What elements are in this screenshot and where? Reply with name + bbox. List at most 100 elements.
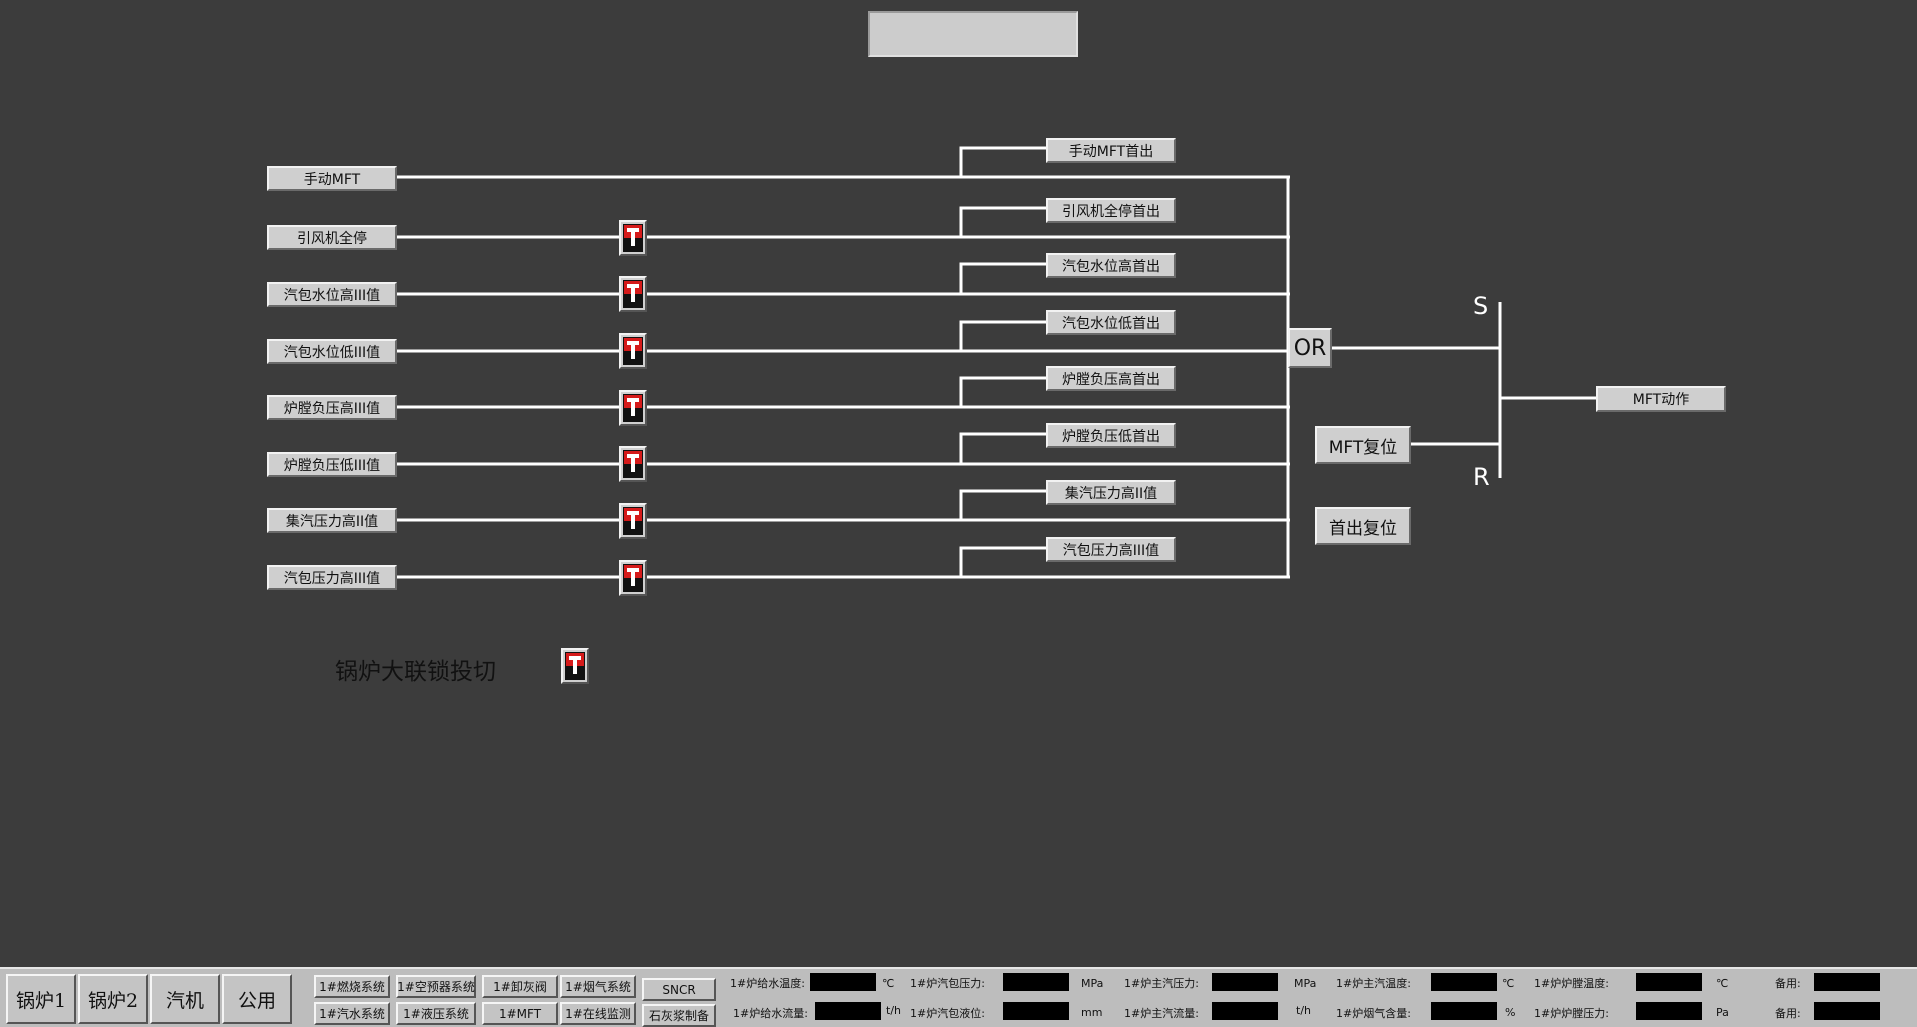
nav-label: 公用 — [237, 989, 276, 1012]
mft-reset-label: MFT复位 — [1328, 437, 1398, 458]
status-value — [1431, 973, 1497, 991]
drum-high-label: 汽包水位高III值 — [283, 287, 381, 304]
mft-reset-button[interactable]: MFT复位 — [1315, 426, 1411, 464]
status-unit: t/h — [1296, 1004, 1311, 1017]
first-out-1: 手动MFT首出 — [1046, 138, 1176, 163]
first-out-label: 炉膛负压高首出 — [1062, 371, 1160, 388]
interlock-toggle[interactable] — [561, 648, 589, 684]
status-label: 1#炉炉膛温度: — [1534, 977, 1609, 990]
or-gate-label: OR — [1293, 335, 1327, 361]
first-out-7: 集汽压力高II值 — [1046, 480, 1176, 505]
nav-turbine-button[interactable]: 汽机 — [150, 974, 220, 1024]
header-high-toggle[interactable] — [619, 503, 647, 539]
sys-label: 1#烟气系统 — [565, 980, 631, 994]
sys-lime-slurry-button[interactable]: 石灰浆制备 — [642, 1004, 716, 1027]
sys-label: 1#在线监测 — [565, 1007, 631, 1021]
furnace-high-button[interactable]: 炉膛负压高III值 — [267, 395, 397, 420]
fan-stop-toggle[interactable] — [619, 220, 647, 256]
status-unit: ℃ — [1716, 977, 1729, 990]
first-out-5: 炉膛负压高首出 — [1046, 366, 1176, 391]
sys-sncr-button[interactable]: SNCR — [642, 978, 716, 1001]
status-label: 1#炉主汽流量: — [1124, 1007, 1199, 1020]
first-out-label: 汽包压力高III值 — [1062, 542, 1160, 559]
status-label: 1#炉主汽温度: — [1336, 977, 1411, 990]
sys-label: 1#卸灰阀 — [493, 980, 547, 994]
drum-high-button[interactable]: 汽包水位高III值 — [267, 282, 397, 307]
first-out-4: 汽包水位低首出 — [1046, 310, 1176, 335]
status-unit: mm — [1081, 1006, 1103, 1019]
nav-boiler2-button[interactable]: 锅炉2 — [78, 974, 148, 1024]
status-label: 1#炉汽包液位: — [910, 1007, 985, 1020]
nav-label: 锅炉2 — [87, 989, 139, 1012]
status-label: 1#炉汽包压力: — [910, 977, 985, 990]
fan-stop-button[interactable]: 引风机全停 — [267, 225, 397, 250]
status-value — [1212, 973, 1278, 991]
status-value — [815, 1002, 881, 1020]
status-unit: ℃ — [1502, 977, 1515, 990]
status-value — [810, 973, 876, 991]
first-out-reset-button[interactable]: 首出复位 — [1315, 507, 1411, 545]
status-label: 备用: — [1775, 1007, 1801, 1020]
first-out-label: 炉膛负压低首出 — [1062, 428, 1160, 445]
status-label: 1#炉烟气含量: — [1336, 1007, 1411, 1020]
status-value — [1814, 973, 1880, 991]
first-out-reset-label: 首出复位 — [1329, 518, 1397, 539]
sys-label: 1#空预器系统 — [397, 980, 475, 994]
sys-steam-water-button[interactable]: 1#汽水系统 — [314, 1002, 390, 1025]
drum-low-button[interactable]: 汽包水位低III值 — [267, 339, 397, 364]
first-out-label: 手动MFT首出 — [1068, 143, 1154, 160]
sys-combustion-button[interactable]: 1#燃烧系统 — [314, 975, 390, 998]
furnace-low-toggle[interactable] — [619, 446, 647, 482]
sys-online-monitor-button[interactable]: 1#在线监测 — [560, 1002, 636, 1025]
interlock-label: 锅炉大联锁投切 — [335, 659, 496, 685]
reset-label: R — [1473, 463, 1490, 491]
header-high-label: 集汽压力高II值 — [285, 513, 379, 530]
nav-common-button[interactable]: 公用 — [222, 974, 292, 1024]
nav-boiler1-button[interactable]: 锅炉1 — [6, 974, 76, 1024]
header-high-button[interactable]: 集汽压力高II值 — [267, 508, 397, 533]
drum-low-toggle[interactable] — [619, 333, 647, 369]
drum-press-high-label: 汽包压力高III值 — [283, 570, 381, 587]
drum-high-toggle[interactable] — [619, 276, 647, 312]
status-unit: MPa — [1081, 977, 1104, 990]
sys-hydraulic-button[interactable]: 1#液压系统 — [396, 1002, 476, 1025]
first-out-8: 汽包压力高III值 — [1046, 537, 1176, 562]
status-label: 备用: — [1775, 977, 1801, 990]
fan-stop-label: 引风机全停 — [297, 230, 367, 247]
sys-air-preheater-button[interactable]: 1#空预器系统 — [396, 975, 476, 998]
nav-label: 锅炉1 — [15, 989, 67, 1012]
status-value — [1003, 1002, 1069, 1020]
status-unit: Pa — [1716, 1006, 1729, 1019]
manual-mft-button[interactable]: 手动MFT — [267, 166, 397, 191]
sys-label: 1#燃烧系统 — [319, 980, 385, 994]
mft-action-label: MFT动作 — [1632, 392, 1690, 408]
manual-mft-label: 手动MFT — [303, 171, 361, 188]
sys-flue-gas-button[interactable]: 1#烟气系统 — [560, 975, 636, 998]
or-gate: OR — [1288, 328, 1332, 368]
drum-press-high-toggle[interactable] — [619, 560, 647, 596]
status-value — [1431, 1002, 1497, 1020]
first-out-label: 汽包水位低首出 — [1062, 315, 1160, 332]
drum-press-high-button[interactable]: 汽包压力高III值 — [267, 565, 397, 590]
status-value — [1636, 973, 1702, 991]
status-value — [1814, 1002, 1880, 1020]
sys-label: 1#液压系统 — [403, 1007, 469, 1021]
furnace-low-button[interactable]: 炉膛负压低III值 — [267, 452, 397, 477]
sys-mft-button[interactable]: 1#MFT — [482, 1002, 558, 1025]
status-label: 1#炉给水温度: — [730, 977, 805, 990]
drum-low-label: 汽包水位低III值 — [283, 344, 381, 361]
status-value — [1636, 1002, 1702, 1020]
status-value — [1003, 973, 1069, 991]
status-label: 1#炉主汽压力: — [1124, 977, 1199, 990]
status-label: 1#炉给水流量: — [733, 1007, 808, 1020]
first-out-2: 引风机全停首出 — [1046, 198, 1176, 223]
sys-ash-valve-button[interactable]: 1#卸灰阀 — [482, 975, 558, 998]
sys-label: SNCR — [662, 982, 696, 997]
sys-label: 石灰浆制备 — [648, 1009, 709, 1023]
sys-label: 1#MFT — [498, 1006, 542, 1021]
furnace-high-toggle[interactable] — [619, 390, 647, 426]
status-unit: ℃ — [882, 977, 895, 990]
status-unit: MPa — [1294, 977, 1317, 990]
status-unit: % — [1505, 1006, 1516, 1019]
status-unit: t/h — [886, 1004, 901, 1017]
